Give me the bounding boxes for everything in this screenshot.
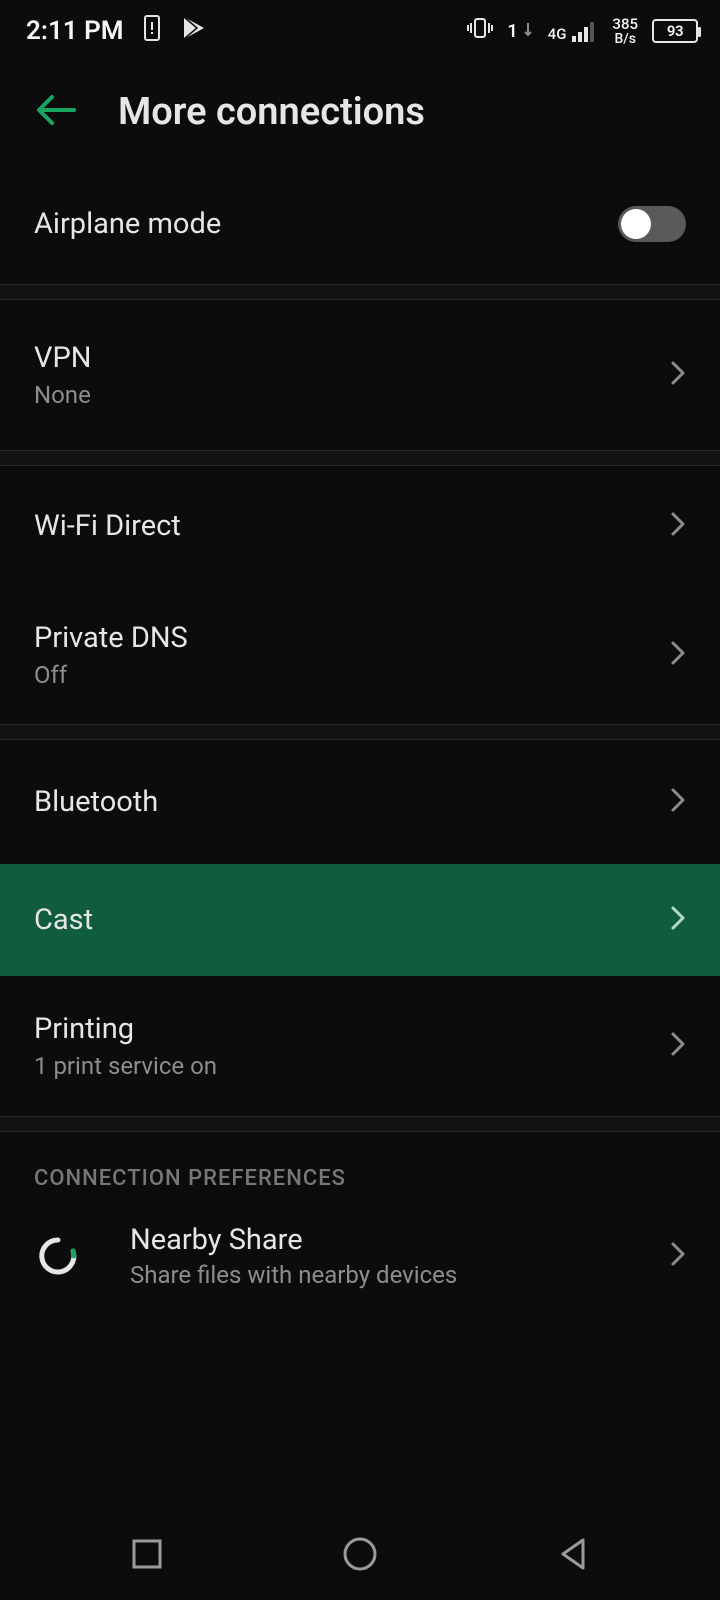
sim-signal-icon: 1 — [507, 21, 533, 42]
section-label: CONNECTION PREFERENCES — [0, 1132, 720, 1205]
chevron-right-icon — [670, 511, 686, 541]
vibrate-icon — [467, 16, 493, 47]
nav-home-button[interactable] — [300, 1534, 420, 1574]
sim-alert-icon — [142, 14, 162, 49]
airplane-toggle[interactable] — [618, 206, 686, 242]
row-title: Printing — [34, 1012, 660, 1046]
chevron-right-icon — [670, 360, 686, 390]
row-title: Nearby Share — [130, 1223, 612, 1257]
row-subtitle: None — [34, 381, 660, 409]
network-icon: 4G — [548, 20, 599, 42]
section-divider — [0, 284, 720, 300]
row-cast[interactable]: Cast — [0, 864, 720, 976]
section-divider — [0, 450, 720, 466]
chevron-right-icon — [670, 787, 686, 817]
chevron-right-icon — [670, 905, 686, 935]
status-time: 2:11 PM — [26, 16, 124, 46]
page-title: More connections — [118, 90, 425, 134]
row-subtitle: 1 print service on — [34, 1052, 660, 1080]
row-bluetooth[interactable]: Bluetooth — [0, 740, 720, 864]
chevron-right-icon — [670, 1241, 686, 1271]
row-title: Private DNS — [34, 621, 660, 655]
nav-recent-button[interactable] — [87, 1537, 207, 1571]
row-title: Bluetooth — [34, 785, 660, 819]
row-vpn[interactable]: VPN None — [0, 300, 720, 450]
status-left: 2:11 PM — [26, 14, 208, 49]
row-title: VPN — [34, 341, 660, 375]
back-icon[interactable] — [34, 92, 76, 132]
row-title: Wi-Fi Direct — [34, 509, 660, 543]
nav-bar — [0, 1508, 720, 1600]
row-nearby-share[interactable]: Nearby Share Share files with nearby dev… — [0, 1205, 720, 1311]
network-speed: 385 B/s — [612, 17, 638, 46]
header: More connections — [0, 62, 720, 164]
row-airplane-mode[interactable]: Airplane mode — [0, 164, 720, 284]
network-type: 4G — [548, 27, 567, 42]
section-divider — [0, 724, 720, 740]
row-title: Cast — [34, 903, 660, 937]
section-divider — [0, 1116, 720, 1132]
play-store-icon — [180, 14, 208, 49]
battery-icon: 93 — [652, 19, 698, 43]
row-printing[interactable]: Printing 1 print service on — [0, 976, 720, 1116]
chevron-right-icon — [670, 1031, 686, 1061]
status-bar: 2:11 PM 1 4G 385 — [0, 0, 720, 62]
google-icon — [34, 1232, 82, 1280]
row-private-dns[interactable]: Private DNS Off — [0, 586, 720, 724]
row-subtitle: Off — [34, 661, 660, 689]
row-wifi-direct[interactable]: Wi-Fi Direct — [0, 466, 720, 586]
toggle-knob — [621, 209, 651, 239]
row-title: Airplane mode — [34, 207, 618, 241]
row-subtitle: Share files with nearby devices — [130, 1261, 612, 1289]
chevron-right-icon — [670, 640, 686, 670]
nav-back-button[interactable] — [513, 1536, 633, 1572]
status-right: 1 4G 385 B/s 93 — [467, 16, 698, 47]
